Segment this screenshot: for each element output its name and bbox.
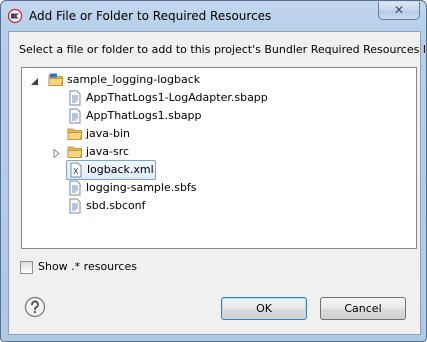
tree-item-label: AppThatLogs1-LogAdapter.sbapp — [86, 91, 268, 104]
help-button[interactable] — [24, 296, 46, 318]
title-bar[interactable]: Add File or Folder to Required Resources… — [1, 1, 426, 31]
cancel-button[interactable]: Cancel — [320, 297, 406, 320]
resource-tree[interactable]: sample_logging-logback AppThatLogs1-LogA… — [21, 67, 417, 249]
app-icon — [7, 8, 23, 24]
file-icon — [67, 90, 83, 106]
file-icon — [67, 198, 83, 214]
collapse-arrow-icon[interactable] — [30, 76, 39, 85]
show-resources-label: Show .* resources — [38, 260, 137, 273]
tree-item-label: sbd.sbconf — [86, 199, 146, 212]
file-icon — [67, 108, 83, 124]
tree-item-label: logging-sample.sbfs — [86, 181, 197, 194]
tree-item-selected[interactable]: X logback.xml — [66, 160, 156, 180]
tree-item-label: AppThatLogs1.sbapp — [86, 109, 202, 122]
dialog-content: Select a file or folder to add to this p… — [8, 31, 426, 335]
folder-icon — [67, 126, 83, 142]
show-resources-checkbox[interactable] — [20, 261, 33, 274]
tree-item-label: sample_logging-logback — [67, 73, 201, 86]
file-icon — [67, 180, 83, 196]
tree-item-label: logback.xml — [87, 163, 154, 176]
dialog-window: Add File or Folder to Required Resources… — [0, 0, 427, 342]
close-button[interactable]: ✕ — [378, 2, 420, 20]
instruction-message: Select a file or folder to add to this p… — [19, 43, 427, 56]
ok-button[interactable]: OK — [221, 297, 307, 320]
tree-item-label: java-src — [86, 145, 130, 158]
close-icon: ✕ — [393, 3, 405, 17]
project-folder-icon — [48, 72, 64, 88]
expand-arrow-icon[interactable] — [52, 148, 61, 159]
svg-text:X: X — [73, 167, 79, 176]
folder-icon — [67, 144, 83, 160]
tree-item-label: java-bin — [86, 127, 131, 140]
xml-file-icon: X — [68, 162, 84, 178]
help-icon — [24, 296, 46, 321]
window-title: Add File or Folder to Required Resources — [29, 9, 272, 23]
